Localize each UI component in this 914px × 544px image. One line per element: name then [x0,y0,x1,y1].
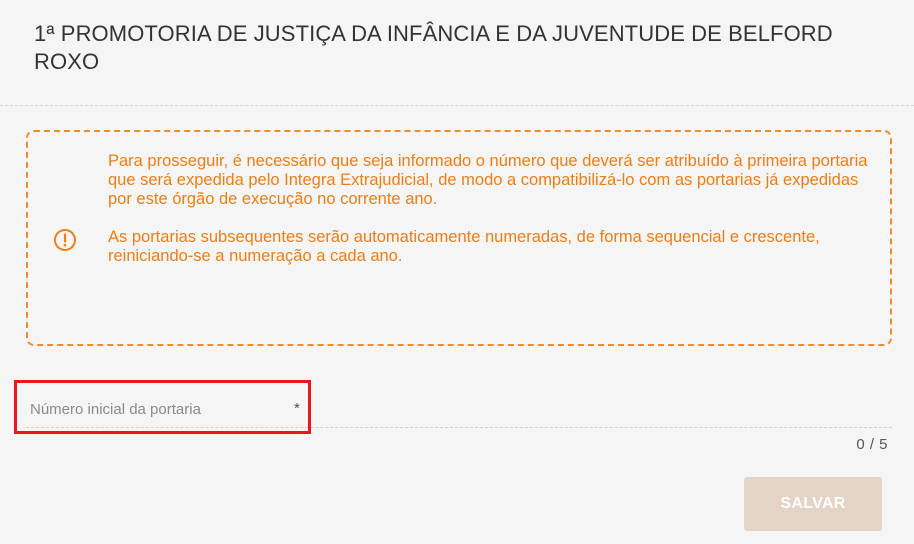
exclamation-circle-icon [54,229,76,251]
character-counter: 0 / 5 [856,436,888,453]
warning-paragraph-1: Para prosseguir, é necessário que seja i… [108,152,868,208]
warning-message: Para prosseguir, é necessário que seja i… [108,152,868,266]
highlight-annotation [14,380,311,434]
warning-box: Para prosseguir, é necessário que seja i… [26,130,892,346]
warning-paragraph-2: As portarias subsequentes serão automati… [108,228,820,265]
save-button[interactable]: SALVAR [744,477,882,531]
page-header: 1ª PROMOTORIA DE JUSTIÇA DA INFÂNCIA E D… [0,0,914,106]
page-title: 1ª PROMOTORIA DE JUSTIÇA DA INFÂNCIA E D… [34,21,833,74]
